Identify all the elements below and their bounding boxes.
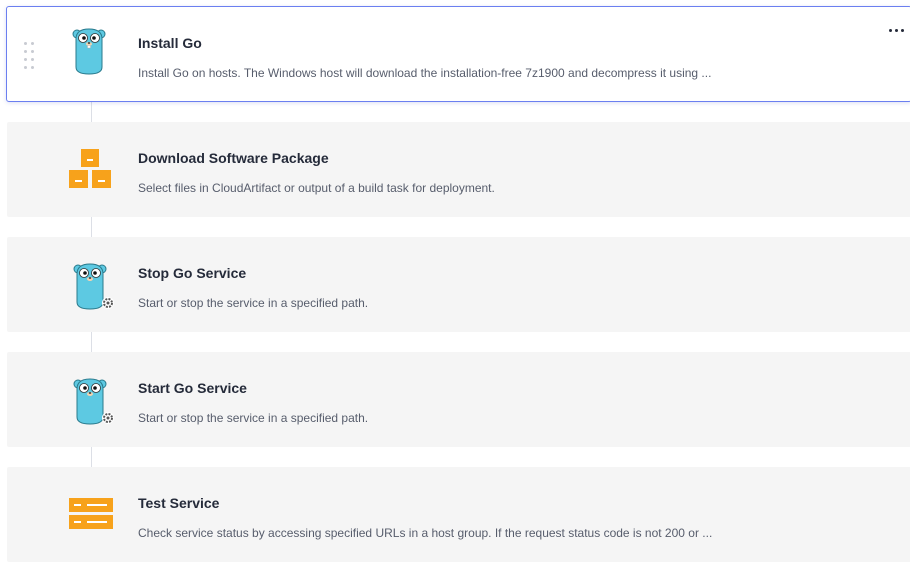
step-connector [91, 217, 92, 237]
step-description: Install Go on hosts. The Windows host wi… [138, 66, 712, 80]
step-description: Select files in CloudArtifact or output … [138, 181, 495, 195]
step-card-stop-go-service[interactable]: Stop Go Service Start or stop the servic… [7, 237, 910, 332]
step-connector [91, 332, 92, 352]
step-connector [91, 102, 92, 122]
drag-handle-icon[interactable] [22, 40, 36, 74]
step-card-start-go-service[interactable]: Start Go Service Start or stop the servi… [7, 352, 910, 447]
step-description: Check service status by accessing specif… [138, 526, 713, 540]
step-card-install-go[interactable]: Install Go Install Go on hosts. The Wind… [6, 6, 910, 102]
step-title: Install Go [138, 35, 202, 51]
more-options-icon[interactable] [887, 23, 907, 37]
step-title: Stop Go Service [138, 265, 247, 281]
step-title: Start Go Service [138, 380, 247, 396]
service-test-icon [69, 498, 119, 550]
step-connector [91, 447, 92, 467]
step-card-download-package[interactable]: Download Software Package Select files i… [7, 122, 910, 217]
go-gopher-gear-icon [73, 261, 123, 313]
step-title: Test Service [138, 495, 220, 511]
step-description: Start or stop the service in a specified… [138, 411, 369, 425]
package-boxes-icon [69, 149, 119, 201]
step-card-test-service[interactable]: Test Service Check service status by acc… [7, 467, 910, 562]
go-gopher-icon [71, 25, 121, 77]
go-gopher-gear-icon [73, 376, 123, 428]
step-description: Start or stop the service in a specified… [138, 296, 369, 310]
step-title: Download Software Package [138, 150, 329, 166]
